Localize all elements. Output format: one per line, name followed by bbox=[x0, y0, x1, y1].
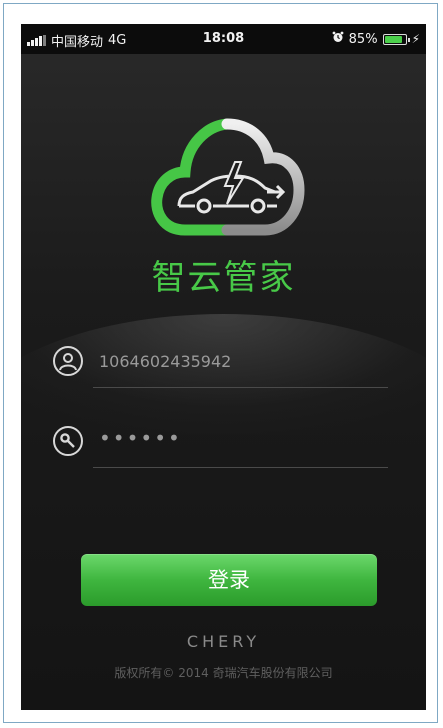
password-underline bbox=[93, 467, 388, 468]
screenshot-frame: 中国移动 4G 18:08 85% ⚡ 智云管家 1064602435942 •… bbox=[3, 3, 438, 723]
copyright-text: 版权所有© 2014 奇瑞汽车股份有限公司 bbox=[114, 666, 333, 680]
status-bar: 中国移动 4G 18:08 85% ⚡ bbox=[21, 24, 426, 54]
battery-level bbox=[384, 35, 402, 43]
login-button[interactable]: 登录 bbox=[81, 554, 377, 606]
password-input[interactable]: •••••• bbox=[99, 426, 182, 450]
user-icon bbox=[53, 346, 83, 376]
battery-icon bbox=[382, 33, 410, 45]
account-input[interactable]: 1064602435942 bbox=[99, 352, 231, 371]
alarm-icon bbox=[332, 31, 344, 47]
key-icon bbox=[53, 426, 83, 456]
cloud-car-logo bbox=[149, 102, 305, 244]
account-field[interactable]: 1064602435942 bbox=[53, 342, 388, 388]
charging-icon: ⚡ bbox=[411, 32, 420, 46]
password-field[interactable]: •••••• bbox=[53, 422, 388, 468]
brand-wordmark: CHERY bbox=[186, 632, 261, 651]
account-underline bbox=[93, 387, 388, 388]
status-right: 85% ⚡ bbox=[332, 31, 420, 47]
phone-screen: 中国移动 4G 18:08 85% ⚡ 智云管家 1064602435942 •… bbox=[21, 24, 426, 710]
app-title: 智云管家 bbox=[151, 258, 296, 298]
battery-percent: 85% bbox=[348, 31, 378, 47]
